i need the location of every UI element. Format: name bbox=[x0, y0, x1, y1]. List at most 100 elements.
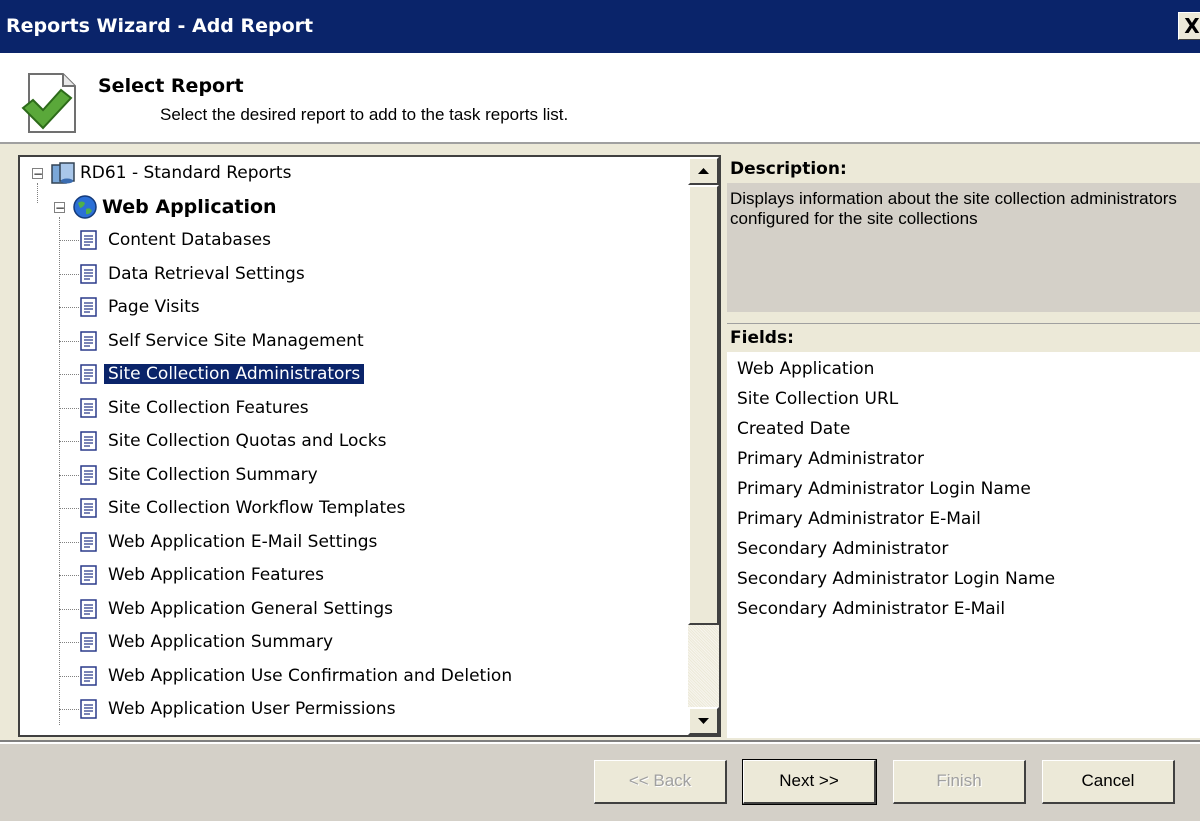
tree-connector-branch bbox=[59, 240, 79, 241]
tree-item[interactable]: Site Collection Administrators bbox=[80, 360, 365, 388]
tree-connector-branch bbox=[59, 407, 79, 409]
fields-heading: Fields: bbox=[727, 324, 1200, 352]
tree-item-label: Content Databases bbox=[108, 230, 271, 250]
tree-connector-branch bbox=[59, 374, 79, 375]
report-document-icon bbox=[80, 431, 97, 451]
fields-panel: Fields: Web Application Site Collection U… bbox=[727, 323, 1200, 738]
button-bar: << Back Next >> Finish Cancel bbox=[0, 742, 1200, 821]
report-document-icon bbox=[80, 565, 97, 585]
field-item: Site Collection URL bbox=[737, 389, 899, 409]
tree-item[interactable]: Site Collection Features bbox=[80, 394, 313, 422]
report-tree[interactable]: − RD61 - Standard Reports − Web Application… bbox=[18, 155, 721, 737]
tree-connector-branch bbox=[59, 608, 79, 610]
tree-root[interactable]: − RD61 - Standard Reports bbox=[32, 159, 295, 187]
report-document-icon bbox=[80, 330, 97, 351]
scroll-thumb[interactable] bbox=[688, 185, 719, 625]
report-document-icon bbox=[80, 297, 97, 317]
tree-item-label: Site Collection Summary bbox=[108, 464, 318, 485]
next-button[interactable]: Next >> bbox=[742, 759, 877, 805]
field-item: Secondary Administrator bbox=[737, 539, 949, 559]
step-subtitle: Select the desired report to add to the … bbox=[160, 105, 569, 124]
tree-item-label: Web Application User Permissions bbox=[108, 699, 396, 719]
tree-item-label: Site Collection Quotas and Locks bbox=[108, 431, 387, 451]
tree-item-label: Web Application Features bbox=[108, 565, 324, 585]
tree-item[interactable]: Site Collection Quotas and Locks bbox=[80, 427, 390, 455]
tree-scrollbar[interactable] bbox=[688, 157, 719, 735]
tree-connector-branch bbox=[59, 441, 79, 442]
fields-list: Web Application Site Collection URL Create… bbox=[737, 354, 1055, 624]
tree-item-label: Web Application Use Confirmation and Del… bbox=[108, 665, 513, 686]
server-icon bbox=[51, 162, 75, 184]
cancel-button[interactable]: Cancel bbox=[1042, 760, 1175, 804]
tree-item-label: Web Application E-Mail Settings bbox=[108, 531, 378, 552]
back-button[interactable]: << Back bbox=[594, 760, 727, 804]
report-document-icon bbox=[80, 364, 97, 384]
tree-group-label: Web Application bbox=[102, 195, 277, 218]
tree-item-label: Page Visits bbox=[108, 297, 200, 317]
tree-item[interactable]: Web Application Summary bbox=[80, 628, 337, 656]
tree-group-web-application[interactable]: − Web Application bbox=[54, 193, 281, 221]
tree-item[interactable]: Web Application User Permissions bbox=[80, 695, 400, 723]
tree-item[interactable]: Web Application Use Confirmation and Del… bbox=[80, 662, 516, 690]
tree-connector-branch bbox=[59, 273, 79, 275]
report-document-icon bbox=[80, 263, 97, 284]
tree-item[interactable]: Web Application Features bbox=[80, 561, 328, 589]
description-panel: Description: Displays information about … bbox=[727, 155, 1200, 312]
tree-connector-branch bbox=[59, 474, 79, 476]
close-button[interactable]: X bbox=[1178, 12, 1200, 40]
scroll-up-button[interactable] bbox=[688, 157, 719, 185]
report-document-icon bbox=[80, 464, 97, 485]
tree-connector-branch bbox=[59, 575, 79, 576]
tree-item-label: Self Service Site Management bbox=[108, 330, 364, 351]
report-document-icon bbox=[80, 632, 97, 652]
tree-connector-branch bbox=[59, 307, 79, 308]
description-text: Displays information about the site coll… bbox=[730, 189, 1177, 228]
tree-item[interactable]: Page Visits bbox=[80, 293, 204, 321]
tree-connector-branch bbox=[59, 508, 79, 509]
report-document-icon bbox=[80, 498, 97, 518]
tree-item-label: Web Application Summary bbox=[108, 632, 334, 652]
tree-connector-branch bbox=[59, 340, 79, 342]
tree-item[interactable]: Web Application E-Mail Settings bbox=[80, 528, 381, 556]
report-document-icon bbox=[80, 665, 97, 686]
field-item: Primary Administrator Login Name bbox=[737, 479, 1031, 499]
field-item: Primary Administrator bbox=[737, 449, 924, 469]
tree-item-label: Site Collection Workflow Templates bbox=[108, 498, 406, 518]
tree-item[interactable]: Data Retrieval Settings bbox=[80, 260, 309, 288]
tree-connector-branch bbox=[59, 709, 79, 710]
tree-connector-branch bbox=[59, 541, 79, 543]
field-item: Secondary Administrator Login Name bbox=[737, 569, 1056, 589]
title-bar: Reports Wizard - Add Report X bbox=[0, 0, 1200, 53]
tree-item-label: Site Collection Administrators bbox=[104, 364, 365, 384]
tree-connector-branch bbox=[59, 675, 79, 677]
arrow-up-icon bbox=[698, 168, 709, 174]
collapse-root-icon[interactable]: − bbox=[32, 168, 43, 180]
report-check-icon bbox=[21, 73, 76, 133]
tree-item[interactable]: Web Application General Settings bbox=[80, 595, 397, 623]
tree-content: − RD61 - Standard Reports − Web Application… bbox=[20, 157, 688, 735]
tree-connector-branch bbox=[59, 642, 79, 643]
report-document-icon bbox=[80, 531, 97, 552]
collapse-group-icon[interactable]: − bbox=[54, 201, 65, 214]
description-heading: Description: bbox=[727, 155, 1200, 183]
tree-item[interactable]: Site Collection Workflow Templates bbox=[80, 494, 409, 522]
wizard-header: Select Report Select the desired report … bbox=[0, 53, 1200, 144]
tree-connector-line bbox=[59, 216, 60, 725]
arrow-down-icon bbox=[698, 718, 709, 724]
globe-icon bbox=[73, 194, 97, 219]
report-document-icon bbox=[80, 598, 97, 619]
scroll-down-button[interactable] bbox=[688, 707, 719, 735]
tree-item[interactable]: Site Collection Summary bbox=[80, 461, 322, 489]
window-title: Reports Wizard - Add Report bbox=[6, 15, 314, 37]
tree-item-label: Site Collection Features bbox=[108, 397, 309, 418]
tree-root-label: RD61 - Standard Reports bbox=[80, 163, 292, 183]
finish-button[interactable]: Finish bbox=[893, 760, 1026, 804]
tree-item-label: Web Application General Settings bbox=[108, 598, 393, 619]
tree-item[interactable]: Self Service Site Management bbox=[80, 327, 368, 355]
step-title: Select Report bbox=[98, 75, 244, 97]
field-item: Created Date bbox=[737, 419, 851, 439]
field-item: Secondary Administrator E-Mail bbox=[737, 599, 1006, 619]
field-item: Web Application bbox=[737, 359, 875, 379]
field-item: Primary Administrator E-Mail bbox=[737, 509, 981, 529]
tree-item[interactable]: Content Databases bbox=[80, 226, 275, 254]
